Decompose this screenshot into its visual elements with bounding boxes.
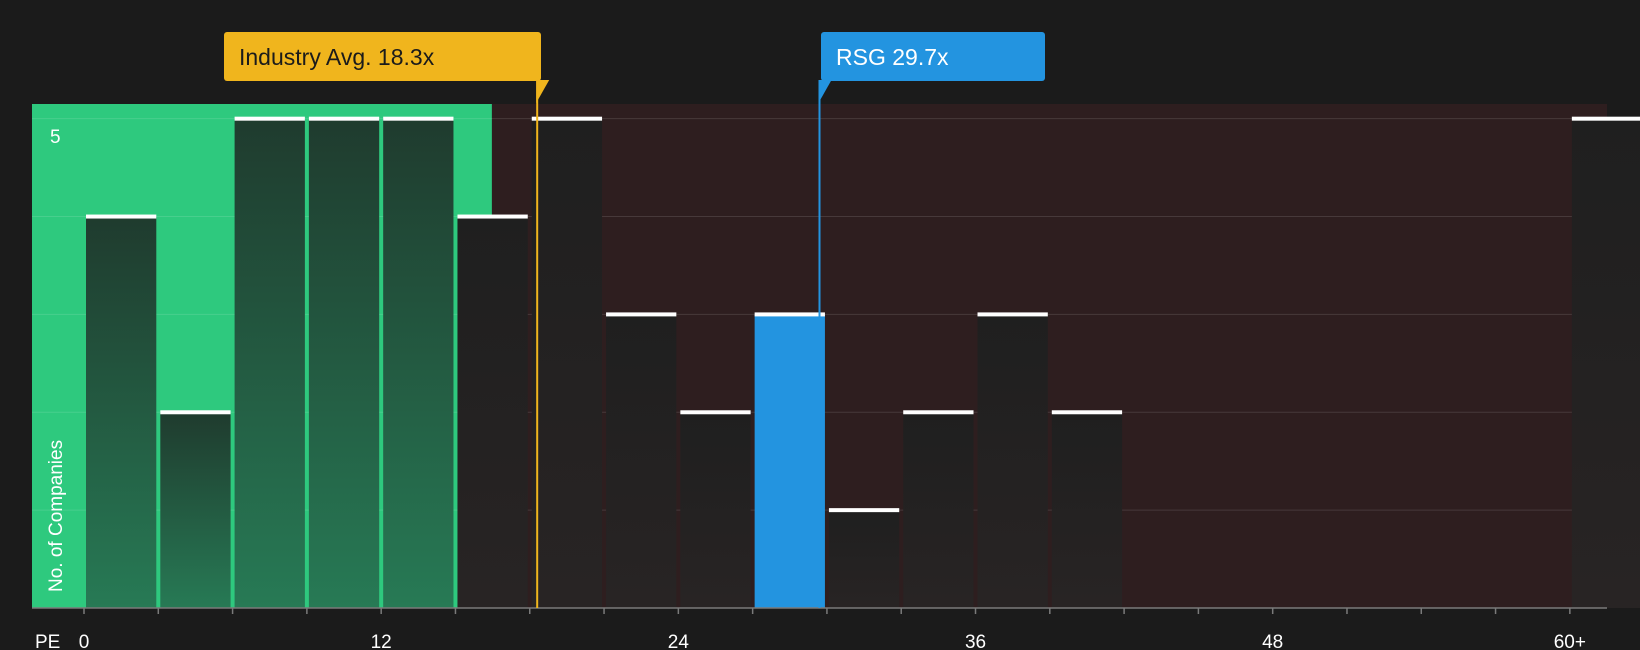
bar-top-cap bbox=[457, 214, 528, 219]
bar-top-cap bbox=[754, 312, 825, 317]
histogram-bar bbox=[903, 412, 974, 608]
histogram-bar bbox=[308, 118, 380, 608]
bar-top-cap bbox=[903, 410, 974, 415]
histogram-bar bbox=[680, 412, 751, 608]
bar-top-cap bbox=[977, 312, 1048, 317]
industry-avg-label: Industry Avg. 18.3x bbox=[239, 44, 435, 70]
x-axis-title: PE bbox=[35, 632, 60, 650]
histogram-bar bbox=[383, 118, 454, 608]
histogram-bar bbox=[1051, 412, 1123, 608]
histogram-bar bbox=[1571, 118, 1640, 608]
bar-top-cap bbox=[680, 410, 751, 415]
bar-top-cap bbox=[160, 410, 231, 415]
histogram-bar bbox=[531, 118, 603, 608]
bar-top-cap bbox=[828, 508, 900, 513]
x-tick-label: 12 bbox=[371, 632, 392, 650]
histogram-bar bbox=[977, 314, 1048, 608]
histogram-bar bbox=[160, 412, 231, 608]
histogram-bar bbox=[828, 510, 900, 608]
bar-top-cap bbox=[1051, 410, 1123, 415]
x-tick-label: 0 bbox=[79, 632, 90, 650]
y-axis-title: No. of Companies bbox=[46, 440, 67, 592]
x-tick-label: 60+ bbox=[1554, 632, 1586, 650]
y-tick-label: 5 bbox=[50, 127, 61, 148]
bar-top-cap bbox=[383, 116, 454, 121]
histogram-bar bbox=[86, 216, 157, 608]
bar-top-cap bbox=[86, 214, 157, 219]
bar-top-cap bbox=[531, 116, 603, 121]
x-tick-label: 36 bbox=[965, 632, 986, 650]
company-bar bbox=[754, 314, 825, 608]
histogram-bar bbox=[457, 216, 528, 608]
histogram-bar bbox=[234, 118, 305, 608]
bar-top-cap bbox=[308, 116, 380, 121]
x-tick-label: 48 bbox=[1262, 632, 1283, 650]
bar-top-cap bbox=[1571, 116, 1640, 121]
x-tick-label: 24 bbox=[668, 632, 690, 650]
company-pe-label: RSG 29.7x bbox=[836, 44, 949, 70]
bar-top-cap bbox=[606, 312, 677, 317]
bar-top-cap bbox=[234, 116, 305, 121]
histogram-bar bbox=[606, 314, 677, 608]
pe-distribution-chart: 0 12 24 36 48 60+ Industry Avg. 18.3x RSG 29.7… bbox=[32, 32, 1640, 650]
